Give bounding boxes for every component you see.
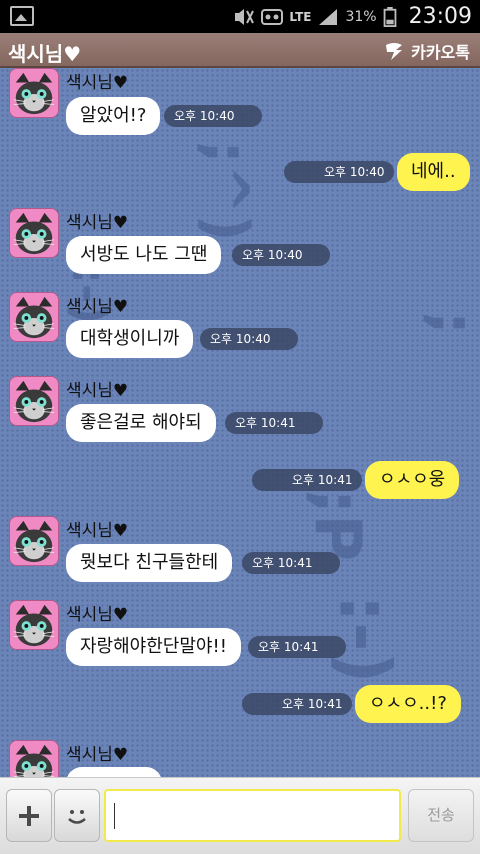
sender-name: 색시님♥	[66, 297, 129, 317]
outgoing-message[interactable]: 네에..	[397, 153, 470, 191]
sender-avatar[interactable]	[9, 68, 59, 118]
outgoing-message[interactable]: ㅇㅅㅇ웅	[365, 461, 460, 499]
message-time: 오후 10:40	[164, 105, 263, 127]
watermark-emoticon: ;P	[299, 488, 374, 562]
sender-name: 색시님♥	[66, 605, 129, 625]
sender-avatar[interactable]	[9, 740, 59, 777]
sender-name: 색시님♥	[66, 213, 129, 233]
brand-label: 카카오톡	[411, 43, 470, 62]
status-icons: LTE 31% 23:09	[233, 0, 472, 33]
clock: 23:09	[408, 4, 472, 29]
sender-name: 색시님♥	[66, 381, 129, 401]
battery-icon	[383, 6, 396, 27]
incoming-message[interactable]: 대학생이니까	[66, 320, 194, 358]
chat-header: 색시님♥ 카카오톡	[0, 33, 480, 68]
watermark-emoticon: ;^)	[190, 140, 261, 242]
emoticon-button[interactable]	[54, 789, 100, 842]
send-button[interactable]: 전송	[408, 789, 474, 842]
sender-name: 색시님♥	[66, 73, 129, 93]
sender-avatar[interactable]	[9, 516, 59, 566]
mute-icon	[235, 8, 255, 25]
message-time: 오후 10:40	[232, 244, 331, 266]
signal-icon	[319, 8, 338, 25]
message-time: 오후 10:40	[200, 328, 299, 350]
sender-avatar[interactable]	[9, 376, 59, 426]
smiley-icon	[68, 809, 86, 824]
incoming-message[interactable]: 뭣보다 친구들한테	[66, 544, 233, 582]
plus-icon	[19, 805, 39, 826]
text-caret	[114, 803, 115, 829]
gallery-notification-icon	[10, 6, 34, 26]
sender-name: 색시님♥	[66, 745, 129, 765]
chat-title[interactable]: 색시님♥	[8, 38, 81, 67]
attach-button[interactable]	[6, 789, 52, 842]
incoming-message[interactable]	[66, 767, 162, 777]
watermark-emoticon: ;	[417, 311, 480, 335]
outgoing-message[interactable]: ㅇㅅㅇ..!?	[355, 685, 461, 723]
sender-name: 색시님♥	[66, 521, 129, 541]
incoming-message[interactable]: 서방도 나도 그땐	[66, 236, 222, 274]
message-time: 오후 10:41	[248, 636, 347, 658]
network-type-label: LTE	[289, 9, 312, 24]
status-bar: LTE 31% 23:09	[0, 0, 480, 33]
message-time: 오후 10:41	[252, 469, 363, 491]
sender-avatar[interactable]	[9, 600, 59, 650]
voicemail-icon	[261, 8, 284, 25]
message-time: 오후 10:40	[284, 161, 395, 183]
kakaotalk-logo-icon	[386, 43, 403, 60]
sender-avatar[interactable]	[9, 292, 59, 342]
sender-avatar[interactable]	[9, 208, 59, 258]
message-input[interactable]	[104, 789, 401, 842]
chat-area[interactable]: ;^) ; ;P :-) :-) 색시님♥ 오후 10:40 알았어!? 오후 …	[0, 68, 480, 777]
kakaotalk-brand[interactable]: 카카오톡	[383, 39, 470, 63]
incoming-message[interactable]: 좋은걸로 해야되	[66, 404, 216, 442]
message-time: 오후 10:41	[242, 693, 353, 715]
message-time: 오후 10:41	[225, 412, 324, 434]
message-input-bar: 전송	[0, 777, 480, 854]
incoming-message[interactable]: 자랑해야한단말야!!	[66, 628, 241, 666]
message-time: 오후 10:41	[242, 552, 341, 574]
battery-percent: 31%	[345, 8, 377, 25]
incoming-message[interactable]: 알았어!?	[66, 97, 161, 135]
